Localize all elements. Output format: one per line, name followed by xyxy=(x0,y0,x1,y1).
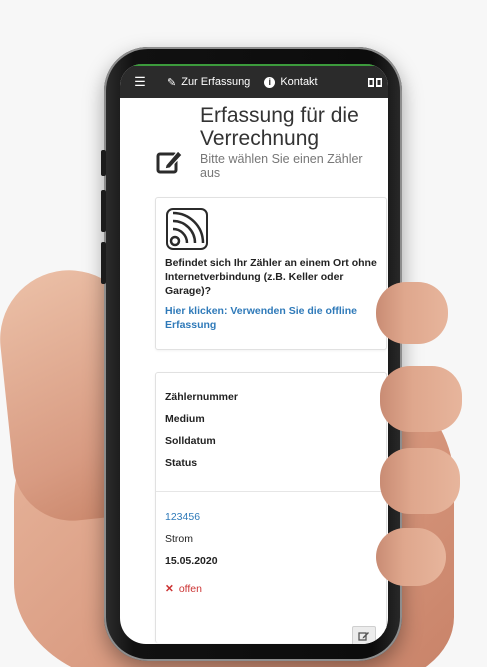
rss-signal-icon xyxy=(166,208,208,250)
edit-button[interactable] xyxy=(352,626,376,644)
edit-icon xyxy=(358,632,369,641)
status-label: offen xyxy=(178,583,202,595)
language-flag-icon[interactable] xyxy=(361,77,388,87)
offline-card: Befindet sich Ihr Zähler an einem Ort oh… xyxy=(155,197,387,350)
edit-square-icon xyxy=(156,150,183,174)
x-icon: ✕ xyxy=(165,583,174,595)
scene: ☰ ✎ Zur Erfassung i Kontakt Erfassung fü… xyxy=(0,0,487,667)
meter-medium: Strom xyxy=(165,533,194,545)
nav-zur-erfassung[interactable]: ✎ Zur Erfassung xyxy=(160,76,257,89)
navbar: ☰ ✎ Zur Erfassung i Kontakt xyxy=(120,64,388,98)
phone-side-button xyxy=(101,150,106,176)
finger-little xyxy=(376,528,446,586)
offline-erfassung-link[interactable]: Hier klicken: Verwenden Sie die offline … xyxy=(165,304,379,332)
finger-index xyxy=(376,282,448,344)
info-icon: i xyxy=(264,76,276,88)
page-title: Erfassung für die Verrechnung xyxy=(200,104,359,150)
meter-date: 15.05.2020 xyxy=(165,555,218,567)
header-solldatum: Solldatum xyxy=(165,435,216,447)
divider xyxy=(156,491,386,492)
finger-ring xyxy=(380,448,460,514)
header-status: Status xyxy=(165,457,198,469)
header-zaehlernummer: Zählernummer xyxy=(165,391,238,403)
nav-zur-erfassung-label: Zur Erfassung xyxy=(181,76,251,88)
phone-volume-down xyxy=(101,242,106,284)
offline-description: Befindet sich Ihr Zähler an einem Ort oh… xyxy=(165,257,377,297)
nav-kontakt[interactable]: i Kontakt xyxy=(257,76,324,88)
meter-number-link[interactable]: 123456 xyxy=(165,511,200,523)
header-medium: Medium xyxy=(165,413,205,425)
nav-kontakt-label: Kontakt xyxy=(280,76,318,88)
phone-screen: ☰ ✎ Zur Erfassung i Kontakt Erfassung fü… xyxy=(120,64,388,644)
page-subtitle: Bitte wählen Sie einen Zähler aus xyxy=(200,152,363,180)
status-badge: ✕ offen xyxy=(165,583,202,595)
phone-volume-up xyxy=(101,190,106,232)
finger-middle xyxy=(380,366,462,432)
hamburger-icon[interactable]: ☰ xyxy=(120,74,160,90)
pencil-icon: ✎ xyxy=(167,76,177,89)
meter-table: Zählernummer Medium Solldatum Status 123… xyxy=(155,372,387,644)
